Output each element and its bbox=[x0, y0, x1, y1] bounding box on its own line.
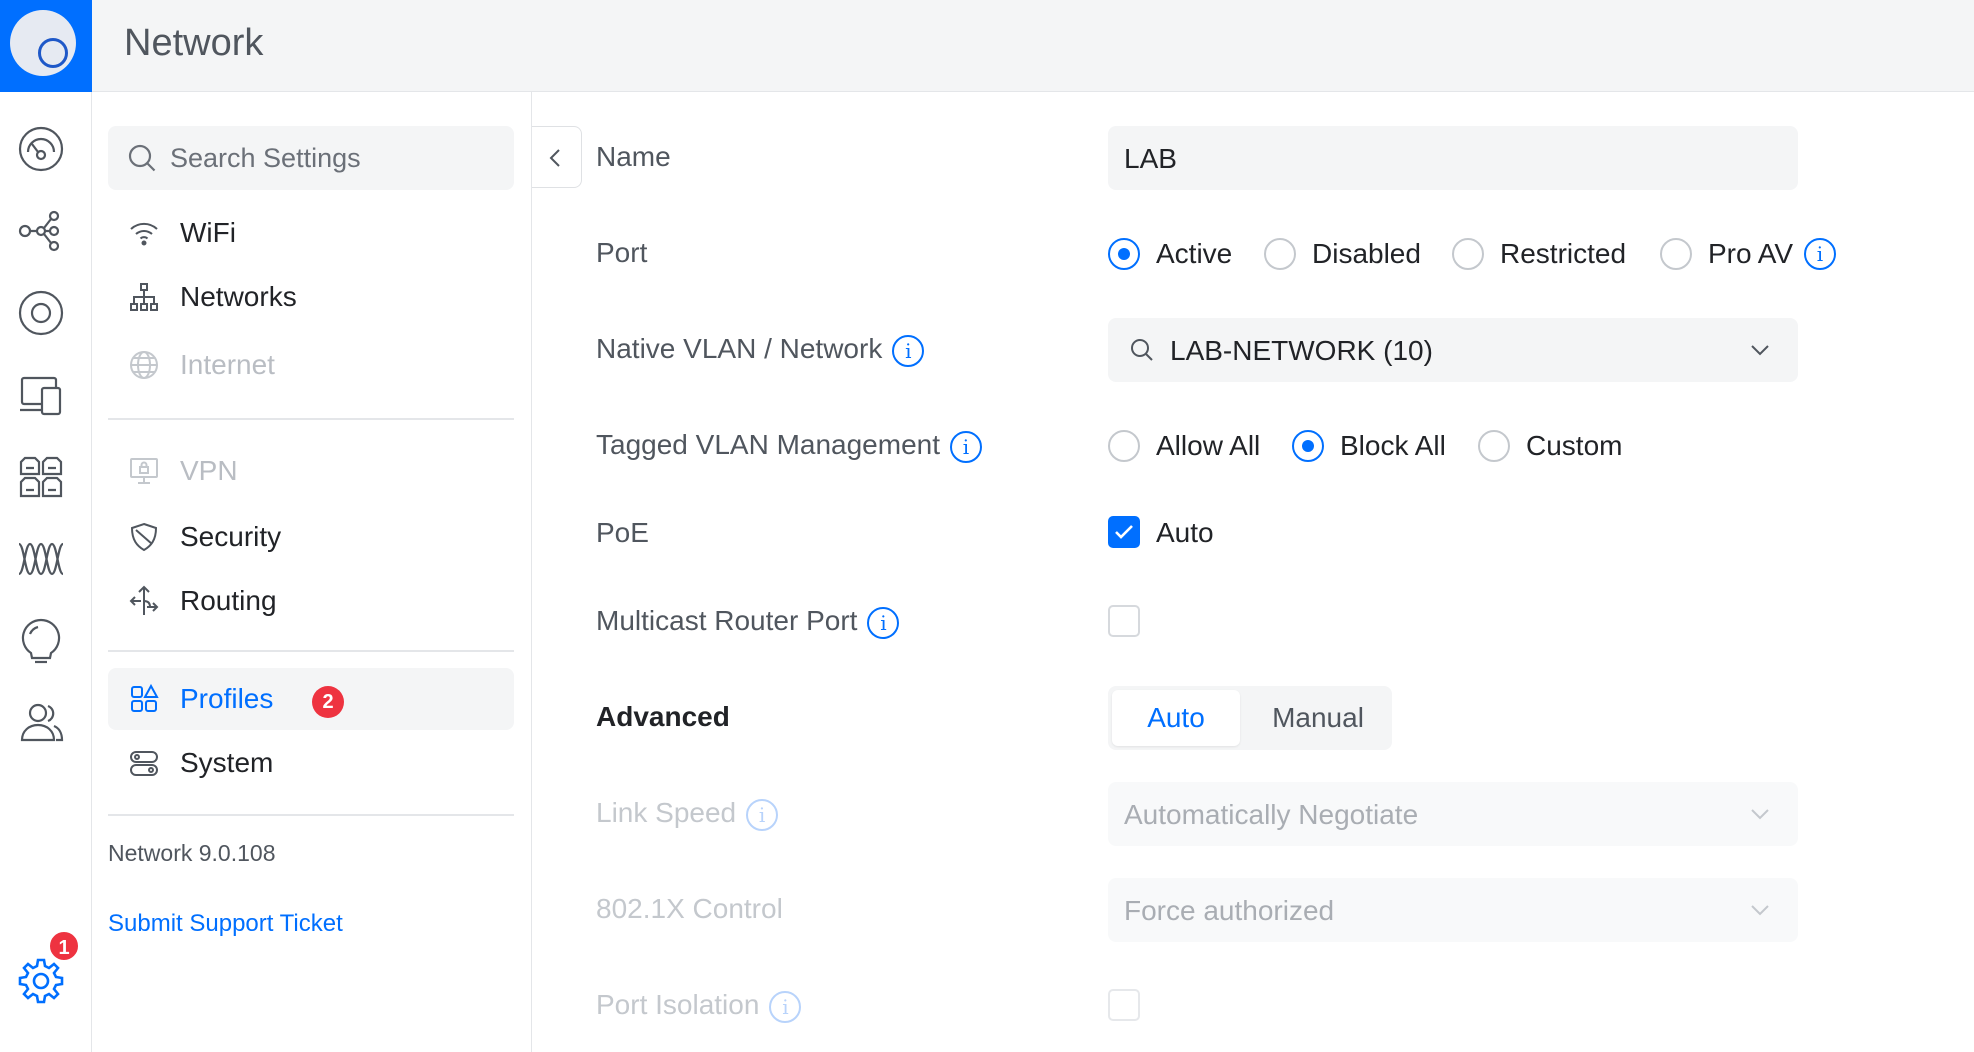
multicast-info-icon[interactable]: i bbox=[867, 606, 900, 639]
clients-icon[interactable] bbox=[16, 370, 66, 420]
multicast-router-port-checkbox[interactable] bbox=[1108, 605, 1140, 637]
networks-icon bbox=[128, 281, 160, 313]
tagged-vlan-radio-group: Allow All Block All Custom bbox=[1108, 426, 1668, 466]
nav-item-routing[interactable]: Routing bbox=[108, 570, 514, 632]
app-logo[interactable] bbox=[0, 0, 92, 92]
search-box[interactable] bbox=[108, 126, 514, 190]
globe-icon bbox=[128, 349, 160, 381]
native-vlan-info-icon[interactable]: i bbox=[892, 334, 925, 367]
insights-icon[interactable] bbox=[16, 534, 66, 584]
nav-item-label: Internet bbox=[180, 349, 275, 380]
multicast-label: Multicast Router Port i bbox=[596, 605, 900, 639]
chevron-down-icon bbox=[1751, 345, 1769, 356]
checkmark-icon bbox=[1115, 525, 1133, 539]
app-title: Network bbox=[124, 22, 264, 64]
dot1x-select[interactable]: Force authorized bbox=[1108, 878, 1798, 942]
collapse-nav-button[interactable] bbox=[532, 126, 582, 188]
alerts-icon[interactable] bbox=[16, 616, 66, 666]
name-value: LAB bbox=[1124, 143, 1177, 174]
link-speed-label: Link Speed i bbox=[596, 797, 779, 831]
submit-support-ticket-link[interactable]: Submit Support Ticket bbox=[108, 910, 343, 938]
native-vlan-select[interactable]: LAB-NETWORK (10) bbox=[1108, 318, 1798, 382]
native-vlan-value: LAB-NETWORK (10) bbox=[1170, 335, 1433, 366]
devices-icon[interactable] bbox=[16, 288, 66, 338]
nav-divider bbox=[108, 814, 514, 816]
wifi-icon bbox=[128, 217, 160, 249]
nav-item-label: Networks bbox=[180, 281, 297, 312]
profiles-count-badge: 2 bbox=[312, 686, 344, 718]
top-bar: Network bbox=[0, 0, 1974, 92]
nav-item-label: Routing bbox=[180, 585, 277, 616]
advanced-manual-option[interactable]: Manual bbox=[1248, 690, 1388, 746]
port-isolation-info-icon[interactable]: i bbox=[769, 990, 802, 1023]
search-icon bbox=[128, 144, 156, 172]
search-input[interactable] bbox=[170, 126, 500, 190]
topology-icon[interactable] bbox=[16, 206, 66, 256]
admins-icon[interactable] bbox=[16, 698, 66, 748]
nav-item-profiles[interactable]: Profiles 2 bbox=[108, 668, 514, 730]
tagged-vlan-label: Tagged VLAN Management i bbox=[596, 429, 982, 463]
nav-item-label: WiFi bbox=[180, 217, 236, 248]
tagged-vlan-info-icon[interactable]: i bbox=[950, 430, 982, 463]
settings-nav: WiFi Networks Internet VPN Security Rout… bbox=[92, 92, 532, 1052]
routing-icon bbox=[128, 585, 160, 617]
primary-nav-rail: 1 bbox=[0, 92, 92, 1052]
system-icon bbox=[128, 747, 160, 779]
advanced-label: Advanced bbox=[596, 701, 730, 732]
settings-notification-badge: 1 bbox=[48, 930, 80, 962]
poe-auto-checkbox[interactable] bbox=[1108, 516, 1140, 548]
app-logo-icon bbox=[10, 10, 76, 76]
link-speed-select[interactable]: Automatically Negotiate bbox=[1108, 782, 1798, 846]
port-label: Port bbox=[596, 237, 648, 268]
chevron-down-icon bbox=[1751, 905, 1769, 916]
chevron-down-icon bbox=[1751, 809, 1769, 820]
poe-auto-label: Auto bbox=[1156, 517, 1214, 548]
chevron-left-icon bbox=[549, 149, 560, 167]
profiles-icon bbox=[128, 683, 160, 715]
dashboard-icon[interactable] bbox=[16, 124, 66, 174]
nav-divider bbox=[108, 650, 514, 652]
link-speed-info-icon[interactable]: i bbox=[746, 798, 779, 831]
nav-item-internet[interactable]: Internet bbox=[108, 334, 514, 396]
pro-av-info-icon[interactable]: i bbox=[1804, 238, 1836, 270]
poe-label: PoE bbox=[596, 517, 649, 548]
nav-item-vpn[interactable]: VPN bbox=[108, 440, 514, 502]
nav-item-networks[interactable]: Networks bbox=[108, 266, 514, 328]
nav-divider bbox=[108, 418, 514, 420]
settings-icon[interactable] bbox=[16, 956, 66, 1006]
port-isolation-checkbox[interactable] bbox=[1108, 989, 1140, 1021]
advanced-mode-toggle: Auto Manual bbox=[1108, 686, 1392, 750]
advanced-auto-option[interactable]: Auto bbox=[1112, 690, 1240, 746]
port-radio-group: Active Disabled Restricted Pro AV i bbox=[1108, 234, 1868, 274]
nav-item-label: Profiles bbox=[180, 683, 274, 714]
app-version: Network 9.0.108 bbox=[108, 840, 276, 866]
nav-item-system[interactable]: System bbox=[108, 732, 514, 794]
link-speed-value: Automatically Negotiate bbox=[1124, 799, 1419, 830]
nav-item-wifi[interactable]: WiFi bbox=[108, 202, 514, 264]
nav-item-label: VPN bbox=[180, 455, 238, 486]
nav-item-label: Security bbox=[180, 521, 282, 552]
dot1x-value: Force authorized bbox=[1124, 895, 1335, 926]
vpn-icon bbox=[128, 455, 160, 487]
dot1x-label: 802.1X Control bbox=[596, 893, 783, 924]
name-label: Name bbox=[596, 141, 671, 172]
ports-icon[interactable] bbox=[16, 452, 66, 502]
shield-icon bbox=[128, 521, 160, 553]
port-isolation-label: Port Isolation i bbox=[596, 989, 802, 1023]
search-icon bbox=[1131, 339, 1153, 361]
name-field[interactable]: LAB bbox=[1108, 126, 1798, 190]
nav-item-security[interactable]: Security bbox=[108, 506, 514, 568]
native-vlan-label: Native VLAN / Network i bbox=[596, 333, 925, 367]
nav-item-label: System bbox=[180, 747, 274, 778]
